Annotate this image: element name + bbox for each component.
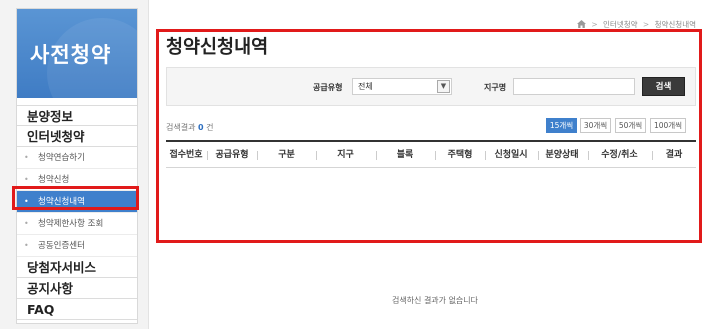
sidebar: 사전청약 분양정보 인터넷청약 • 청약연습하기 • 청약신청 • 청약신청내역… (16, 8, 138, 324)
submenu-label: 공동인증센터 (38, 241, 85, 251)
sidebar-header: 사전청약 (17, 9, 137, 98)
menu-item-winner-service[interactable]: 당첨자서비스 (17, 257, 137, 278)
empty-result-message: 검색하신 결과가 없습니다 (391, 296, 479, 305)
menu-item-internet-subscription[interactable]: 인터넷청약 (17, 126, 137, 147)
submenu-label: 청약제한사항 조회 (38, 219, 104, 229)
submenu-item-restriction-lookup[interactable]: • 청약제한사항 조회 (17, 213, 137, 235)
breadcrumb-separator: > (591, 20, 598, 29)
submenu-label: 청약연습하기 (38, 153, 85, 163)
bullet-icon: • (24, 219, 29, 228)
sidebar-title: 사전청약 (30, 43, 112, 67)
bullet-icon: • (24, 153, 29, 162)
menu-item-notices[interactable]: 공지사항 (17, 278, 137, 299)
breadcrumb-item-current[interactable]: 청약신청내역 (655, 20, 696, 29)
active-menu-highlight (12, 186, 139, 210)
bullet-icon: • (24, 241, 29, 250)
submenu-item-certificate-center[interactable]: • 공동인증센터 (17, 235, 137, 257)
breadcrumb-separator: > (642, 20, 650, 29)
menu-item-sale-info[interactable]: 분양정보 (17, 105, 137, 126)
submenu-label: 청약신청 (38, 175, 70, 185)
breadcrumb-item[interactable]: 인터넷청약 (603, 20, 638, 29)
content-highlight-box (156, 29, 702, 243)
submenu-item-practice[interactable]: • 청약연습하기 (17, 147, 137, 169)
menu-item-faq[interactable]: FAQ (17, 299, 137, 320)
